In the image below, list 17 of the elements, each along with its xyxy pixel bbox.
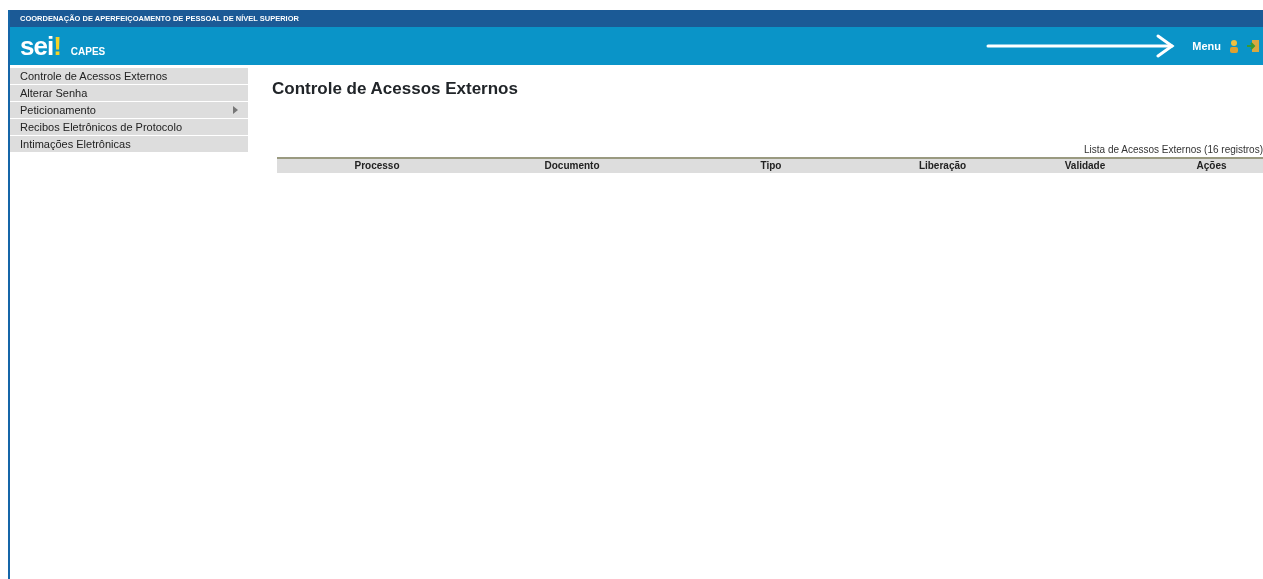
- column-header: Processo: [353, 158, 401, 173]
- sidebar-item[interactable]: Intimações Eletrônicas: [10, 136, 248, 153]
- column-header: Tipo: [759, 158, 783, 173]
- sidebar-item[interactable]: Alterar Senha: [10, 85, 248, 102]
- column-header: Ações: [1195, 158, 1228, 173]
- exit-icon[interactable]: [1247, 39, 1259, 53]
- sidebar-item[interactable]: Recibos Eletrônicos de Protocolo: [10, 119, 248, 136]
- user-icon[interactable]: [1229, 39, 1239, 53]
- sidebar-item[interactable]: Peticionamento: [10, 102, 248, 119]
- sidebar-item[interactable]: Controle de Acessos Externos: [10, 68, 248, 85]
- column-header: Liberação: [917, 158, 968, 173]
- table-caption: Lista de Acessos Externos (16 registros): [1083, 142, 1263, 157]
- unit-name: CAPES: [70, 44, 106, 59]
- logo: sei!: [20, 33, 61, 59]
- column-header: Documento: [543, 158, 601, 173]
- column-header: Validade: [1063, 158, 1107, 173]
- page-title: Controle de Acessos Externos: [272, 78, 519, 100]
